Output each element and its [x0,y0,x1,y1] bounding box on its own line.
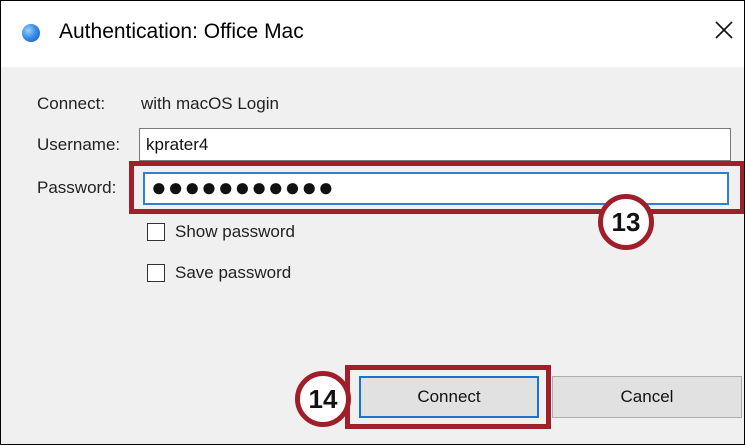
close-icon[interactable] [709,15,739,45]
title-bar[interactable]: Authentication: Office Mac [1,1,744,67]
save-password-checkbox[interactable] [147,264,165,282]
connect-button-label: Connect [417,387,481,406]
username-label: Username: [37,135,121,154]
connect-method-value: with macOS Login [141,94,279,113]
cancel-button-label: Cancel [620,387,674,406]
app-icon [22,24,40,42]
step-14-marker: 14 [295,371,351,427]
show-password-checkbox[interactable] [147,223,165,241]
step-14-number: 14 [308,383,338,414]
authentication-dialog: Authentication: Office Mac Connect: with… [0,0,745,445]
password-masked-value: ●●●●●●●●●●● [151,171,335,202]
step-13-marker: 13 [598,194,654,250]
dialog-footer [1,424,744,444]
save-password-label[interactable]: Save password [175,263,291,283]
username-field[interactable]: kprater4 [139,128,731,161]
username-value: kprater4 [146,134,209,154]
cancel-button[interactable]: Cancel [552,376,742,418]
connect-button[interactable]: Connect [359,376,539,418]
step-13-number: 13 [611,206,641,237]
show-password-label[interactable]: Show password [175,222,295,242]
connect-label: Connect: [37,94,106,113]
window-title: Authentication: Office Mac [59,20,304,43]
close-x-glyph [715,21,733,39]
password-label: Password: [37,178,117,197]
